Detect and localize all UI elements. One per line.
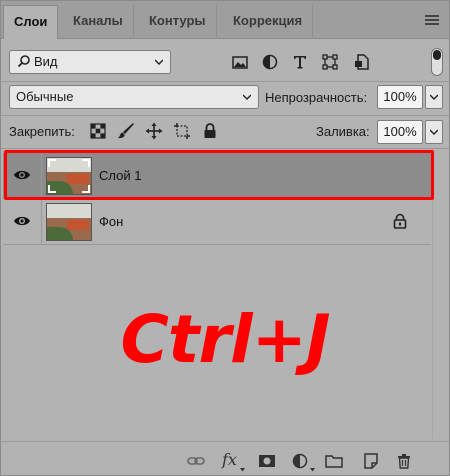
shape-filter-icon[interactable] bbox=[321, 53, 339, 71]
chevron-down-icon bbox=[155, 59, 163, 65]
layer-thumbnail bbox=[46, 203, 92, 241]
tab-adjustments[interactable]: Коррекция bbox=[223, 5, 314, 39]
eye-icon[interactable] bbox=[13, 214, 31, 228]
opacity-dropdown-button[interactable] bbox=[425, 85, 443, 109]
tab-bar: Слои Каналы Контуры Коррекция bbox=[1, 1, 449, 39]
image-filter-icon[interactable] bbox=[231, 53, 249, 71]
adjustment-filter-icon[interactable] bbox=[261, 53, 279, 71]
lock-transparency-icon[interactable] bbox=[89, 122, 107, 140]
shortcut-overlay-text: Ctrl+J bbox=[120, 301, 330, 378]
type-filter-icon[interactable] bbox=[291, 53, 309, 71]
fill-field[interactable]: 100% bbox=[377, 120, 423, 144]
fx-icon[interactable]: fx bbox=[222, 450, 237, 469]
filter-toggle[interactable] bbox=[431, 48, 443, 76]
blend-mode-value: Обычные bbox=[16, 89, 74, 104]
layer-filter-select[interactable]: Вид bbox=[9, 50, 171, 74]
move-icon[interactable] bbox=[145, 122, 163, 140]
blend-mode-select[interactable]: Обычные bbox=[9, 85, 259, 109]
add-mask-icon[interactable] bbox=[258, 453, 276, 469]
layer-filter-value: Вид bbox=[34, 54, 58, 69]
fx-dropdown-icon bbox=[240, 468, 245, 472]
layer-row-background[interactable]: Фон bbox=[3, 199, 431, 245]
opacity-label: Непрозрачность: bbox=[265, 90, 368, 105]
delete-layer-icon[interactable] bbox=[395, 453, 413, 469]
new-adjustment-icon[interactable] bbox=[291, 453, 309, 469]
brush-icon[interactable] bbox=[117, 122, 135, 140]
tab-paths[interactable]: Контуры bbox=[139, 5, 217, 39]
chevron-down-icon bbox=[430, 94, 438, 100]
crop-icon[interactable] bbox=[173, 122, 191, 140]
new-group-icon[interactable] bbox=[325, 453, 343, 469]
layer-lock-icon[interactable] bbox=[393, 213, 407, 229]
link-layers-icon[interactable] bbox=[187, 453, 205, 469]
chevron-down-icon bbox=[430, 129, 438, 135]
panel-menu-icon[interactable] bbox=[425, 15, 439, 25]
search-icon bbox=[17, 55, 30, 68]
selected-layer-highlight bbox=[4, 150, 434, 200]
lock-icon[interactable] bbox=[201, 122, 219, 140]
bottom-toolbar: fx bbox=[1, 441, 449, 475]
layers-panel: Слои Каналы Контуры Коррекция Вид Обычны… bbox=[0, 0, 450, 476]
smart-object-filter-icon[interactable] bbox=[353, 53, 371, 71]
opacity-field[interactable]: 100% bbox=[377, 85, 423, 109]
adjustment-dropdown-icon bbox=[310, 468, 315, 472]
fill-dropdown-button[interactable] bbox=[425, 120, 443, 144]
tab-layers[interactable]: Слои bbox=[3, 5, 59, 39]
tab-channels[interactable]: Каналы bbox=[63, 5, 134, 39]
lock-label: Закрепить: bbox=[9, 124, 75, 139]
layers-scrollbar[interactable] bbox=[432, 149, 449, 439]
layer-name: Фон bbox=[99, 214, 124, 229]
chevron-down-icon bbox=[243, 94, 251, 100]
new-layer-icon[interactable] bbox=[362, 453, 380, 469]
fill-label: Заливка: bbox=[316, 124, 370, 139]
